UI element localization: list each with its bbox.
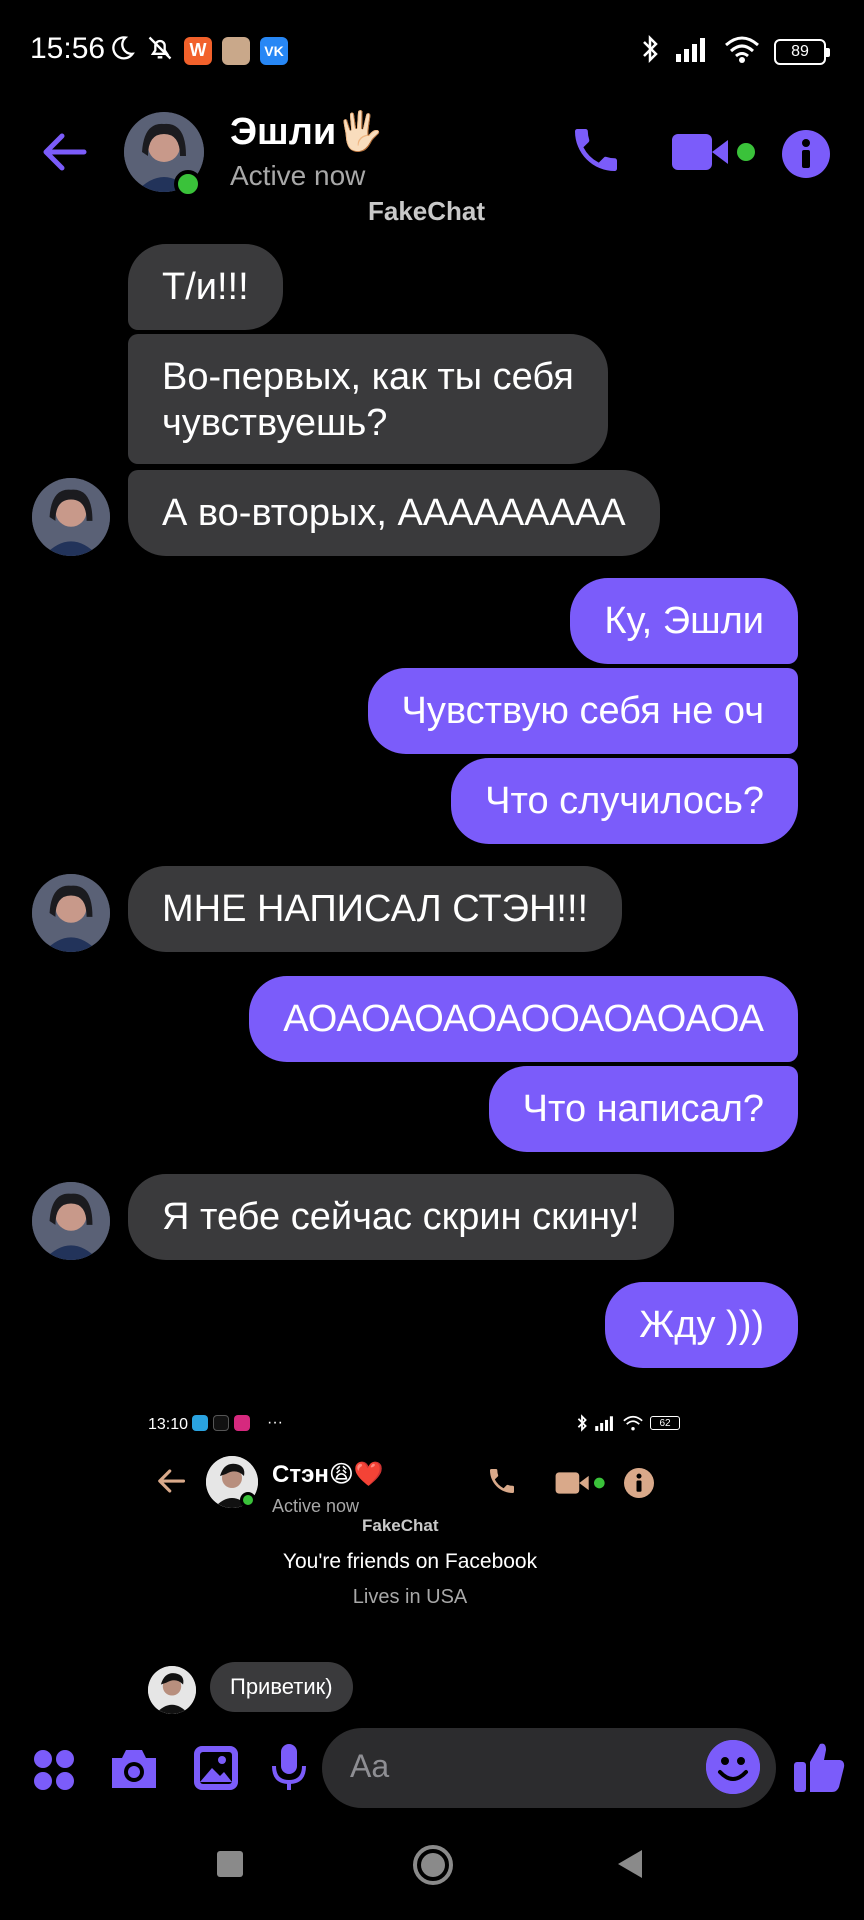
apps-icon[interactable] (32, 1748, 76, 1797)
battery-icon: 89 (774, 38, 830, 65)
app-badger-icon (222, 36, 250, 65)
shared-screenshot-image[interactable]: 13:10 ··· 62 Стэн😩❤️ Active now FakeChat… (130, 1394, 690, 1724)
image-icon[interactable] (192, 1744, 240, 1797)
phone-icon (486, 1464, 518, 1503)
contact-avatar-small[interactable] (32, 874, 110, 952)
contact-avatar-small[interactable] (32, 1182, 110, 1260)
shot-battery-level: 62 (659, 1417, 671, 1429)
message-bubble-outgoing[interactable]: Что написал? (488, 1066, 798, 1152)
contact-status: Active now (230, 160, 366, 191)
message-bubble-outgoing[interactable]: Жду ))) (605, 1282, 798, 1368)
battery-icon: 62 (650, 1416, 680, 1430)
message-bubble-incoming[interactable]: Я тебе сейчас скрин скину! (128, 1174, 674, 1260)
message-bubble-incoming[interactable]: МНЕ НАПИСАЛ СТЭН!!! (128, 866, 623, 952)
app-w-icon: W (184, 36, 212, 65)
more-dots: ··· (267, 1414, 283, 1431)
message-bubble-outgoing[interactable]: Ку, Эшли (570, 578, 798, 664)
info-icon (624, 1468, 654, 1503)
shot-status-time: 13:10 (148, 1416, 189, 1433)
instagram-icon (234, 1415, 250, 1431)
shot-status-right-icons: 62 (576, 1414, 680, 1432)
back-arrow-icon (156, 1466, 186, 1501)
message-input-placeholder: Aa (350, 1748, 390, 1784)
bell-off-icon (146, 34, 174, 67)
message-bubble-outgoing[interactable]: Чувствую себя не оч (367, 668, 798, 754)
video-call-icon (554, 1470, 608, 1501)
home-circle-icon[interactable] (412, 1844, 454, 1891)
telegram-icon (192, 1415, 208, 1431)
message-bubble-incoming[interactable]: А во-вторых, ААААААААА (128, 470, 660, 556)
online-indicator (174, 170, 202, 198)
fakechat-watermark: FakeChat (368, 196, 486, 226)
message-bubble-outgoing[interactable]: АОАОАОАОАООАОАОАОА (249, 976, 798, 1062)
bluetooth-icon (640, 34, 660, 69)
camera-icon[interactable] (108, 1746, 160, 1797)
online-indicator (240, 1492, 256, 1508)
battery-level: 89 (791, 42, 809, 60)
emoji-icon[interactable] (706, 1740, 760, 1794)
shot-watermark: FakeChat (362, 1516, 439, 1535)
status-right-icons: 89 (640, 34, 830, 69)
back-arrow-icon[interactable] (40, 128, 88, 181)
phone-icon[interactable] (568, 120, 624, 185)
shot-message-bubble: Приветик) (210, 1662, 353, 1712)
message-input[interactable]: Aa (322, 1728, 776, 1808)
shot-friends-text: You're friends on Facebook (282, 1550, 538, 1573)
thumbs-up-icon[interactable] (792, 1740, 846, 1799)
shot-status-left-icons: ··· (192, 1414, 283, 1432)
bluetooth-icon (577, 1414, 587, 1432)
moon-icon (108, 34, 136, 67)
mic-icon[interactable] (270, 1742, 308, 1797)
status-bar: 15:56 W VK 89 (0, 0, 864, 100)
contact-name: Эшли🖐🏻 (230, 111, 384, 153)
message-bubble-outgoing[interactable]: Что случилось? (451, 758, 798, 844)
message-line: Во-первых, как ты себя (162, 356, 574, 398)
shot-lives-text: Lives in USA (352, 1586, 468, 1608)
message-bubble-incoming[interactable]: Во-первых, как ты себя чувствуешь? (128, 334, 608, 464)
status-left-icons: W VK (108, 34, 288, 67)
signal-icon (595, 1416, 613, 1431)
wifi-icon (724, 35, 760, 68)
info-icon[interactable] (782, 130, 830, 183)
back-triangle-icon[interactable] (616, 1848, 644, 1885)
wifi-icon (623, 1415, 643, 1431)
chat-header: Эшли🖐🏻 Active now FakeChat (0, 100, 864, 226)
tiktok-icon (213, 1415, 229, 1431)
contact-avatar-small[interactable] (32, 478, 110, 556)
message-bubble-incoming[interactable]: Т/и!!! (128, 244, 283, 330)
stan-avatar-small (148, 1666, 196, 1714)
video-call-icon[interactable] (670, 130, 760, 179)
message-line: чувствуешь? (162, 402, 388, 444)
shot-contact-status: Active now (272, 1496, 360, 1516)
recents-square-icon[interactable] (216, 1850, 244, 1883)
vk-icon: VK (260, 36, 288, 65)
message-composer: Aa (0, 1720, 864, 1816)
system-navigation-bar (0, 1816, 864, 1920)
shot-contact-name: Стэн😩❤️ (272, 1461, 384, 1488)
signal-icon (674, 36, 710, 67)
status-time: 15:56 (30, 32, 106, 65)
